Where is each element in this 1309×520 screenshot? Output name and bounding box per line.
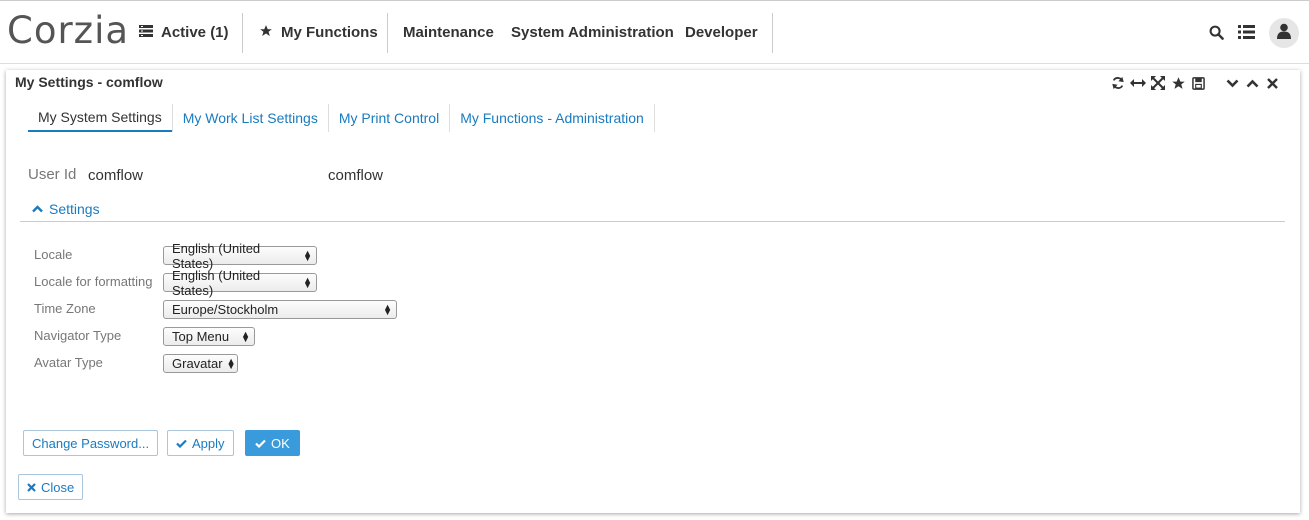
nav-my-functions-label: My Functions — [281, 23, 378, 41]
select-arrows-icon: ▲ ▼ — [241, 328, 250, 344]
maximize-icon[interactable] — [1148, 74, 1168, 92]
nav-active-label: Active (1) — [161, 23, 229, 41]
user-id-label: User Id — [28, 166, 77, 183]
nav-active[interactable]: Active (1) — [139, 1, 229, 63]
expand-horizontal-icon[interactable] — [1128, 74, 1148, 92]
panel-toolbar — [1108, 74, 1282, 92]
ok-button[interactable]: OK — [245, 430, 300, 456]
select-arrows-icon: ▲ ▼ — [303, 274, 312, 290]
avatar-type-select[interactable]: Gravatar ▲ ▼ — [163, 354, 238, 373]
locale-formatting-select[interactable]: English (United States) ▲ ▼ — [163, 268, 317, 298]
time-zone-select[interactable]: Europe/Stockholm ▲ ▼ — [163, 300, 397, 319]
locale-label: Locale — [34, 247, 73, 262]
locale-formatting-value: English (United States) — [172, 267, 261, 298]
list-view-icon[interactable] — [1236, 21, 1256, 43]
nav-system-administration[interactable]: System Administration — [511, 1, 674, 63]
nav-developer[interactable]: Developer — [685, 1, 758, 63]
panel-title: My Settings - comflow — [15, 74, 163, 90]
nav-my-functions[interactable]: My Functions — [259, 1, 378, 63]
time-zone-label: Time Zone — [34, 301, 96, 316]
check-icon — [255, 436, 266, 451]
user-id-display: comflow — [328, 167, 384, 184]
navigator-type-select[interactable]: Top Menu ▲ ▼ — [163, 327, 255, 346]
tab-my-print-control[interactable]: My Print Control — [329, 104, 451, 132]
search-icon[interactable] — [1206, 21, 1226, 43]
tab-my-work-list-settings[interactable]: My Work List Settings — [171, 104, 329, 132]
refresh-icon[interactable] — [1108, 74, 1128, 92]
navigator-type-label: Navigator Type — [34, 328, 122, 343]
section-divider — [20, 221, 1285, 222]
avatar-type-label: Avatar Type — [34, 355, 103, 370]
apply-button[interactable]: Apply — [167, 430, 234, 456]
settings-section-toggle[interactable]: Settings — [32, 201, 100, 217]
user-avatar[interactable] — [1269, 18, 1299, 48]
chevron-down-icon[interactable] — [1222, 74, 1242, 92]
close-label: Close — [41, 479, 75, 495]
favorite-star-icon[interactable] — [1168, 74, 1188, 92]
ok-label: OK — [271, 435, 290, 451]
nav-maintenance[interactable]: Maintenance — [403, 1, 494, 63]
user-id-value: comflow — [88, 167, 144, 184]
avatar-type-value: Gravatar — [172, 356, 223, 371]
nav-divider — [772, 13, 773, 53]
top-navigation-bar: Corzia Active (1) My Functions Maintenan… — [0, 0, 1309, 64]
settings-section-title: Settings — [49, 201, 100, 217]
close-icon[interactable] — [1262, 74, 1282, 92]
nav-divider — [387, 13, 388, 53]
close-button[interactable]: Close — [18, 474, 84, 500]
star-icon — [259, 24, 273, 41]
tab-my-system-settings[interactable]: My System Settings — [28, 104, 172, 132]
change-password-button[interactable]: Change Password... — [23, 430, 159, 456]
time-zone-value: Europe/Stockholm — [172, 302, 279, 317]
chevron-up-icon — [32, 205, 43, 213]
save-icon[interactable] — [1188, 74, 1208, 92]
check-icon — [176, 436, 187, 451]
settings-panel: My Settings - comflow My System Settings — [6, 70, 1300, 513]
chevron-up-icon[interactable] — [1242, 74, 1262, 92]
close-icon — [27, 480, 36, 495]
tab-my-functions-administration[interactable]: My Functions - Administration — [450, 104, 655, 132]
select-arrows-icon: ▲ ▼ — [303, 247, 312, 263]
navigator-type-value: Top Menu — [172, 329, 230, 344]
locale-value: English (United States) — [172, 240, 261, 271]
select-arrows-icon: ▲ ▼ — [383, 301, 392, 317]
select-arrows-icon: ▲ ▼ — [226, 355, 236, 371]
user-icon — [1277, 23, 1291, 44]
nav-divider — [242, 13, 243, 53]
locale-formatting-label: Locale for formatting — [34, 274, 153, 289]
list-icon — [139, 24, 153, 40]
locale-select[interactable]: English (United States) ▲ ▼ — [163, 241, 317, 271]
apply-label: Apply — [192, 435, 225, 451]
app-logo[interactable]: Corzia — [7, 9, 129, 52]
settings-tabs: My System Settings My Work List Settings… — [28, 104, 655, 132]
